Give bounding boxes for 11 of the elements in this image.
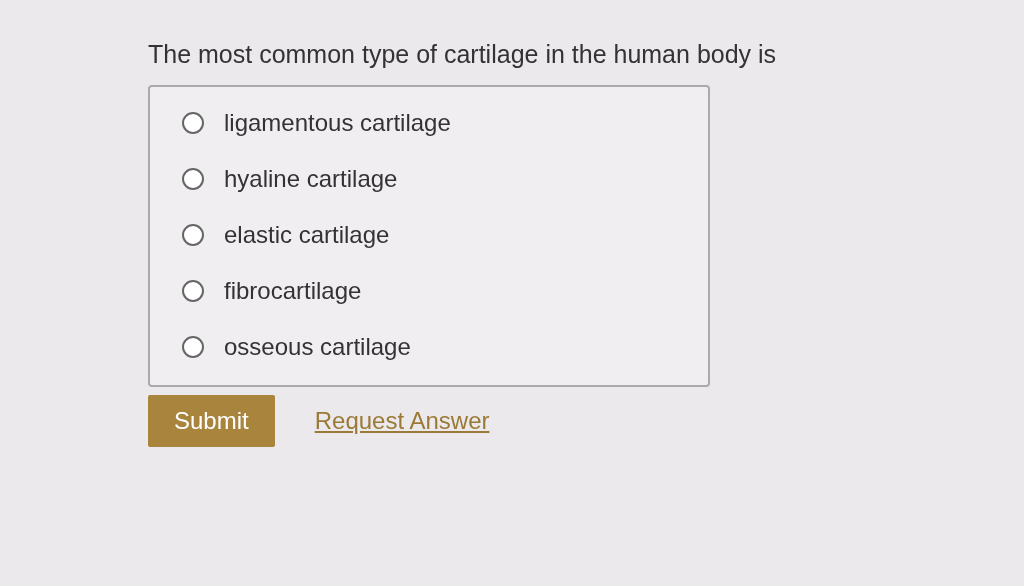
radio-button[interactable] (182, 336, 204, 358)
option-label[interactable]: hyaline cartilage (224, 165, 398, 193)
option-label[interactable]: osseous cartilage (224, 333, 411, 361)
option-label[interactable]: ligamentous cartilage (224, 109, 451, 137)
option-label[interactable]: elastic cartilage (224, 221, 390, 249)
radio-button[interactable] (182, 112, 204, 134)
radio-button[interactable] (182, 280, 204, 302)
question-text: The most common type of cartilage in the human body is (148, 40, 777, 69)
option-label[interactable]: fibrocartilage (224, 277, 362, 305)
radio-button[interactable] (182, 224, 204, 246)
radio-button[interactable] (182, 168, 204, 190)
